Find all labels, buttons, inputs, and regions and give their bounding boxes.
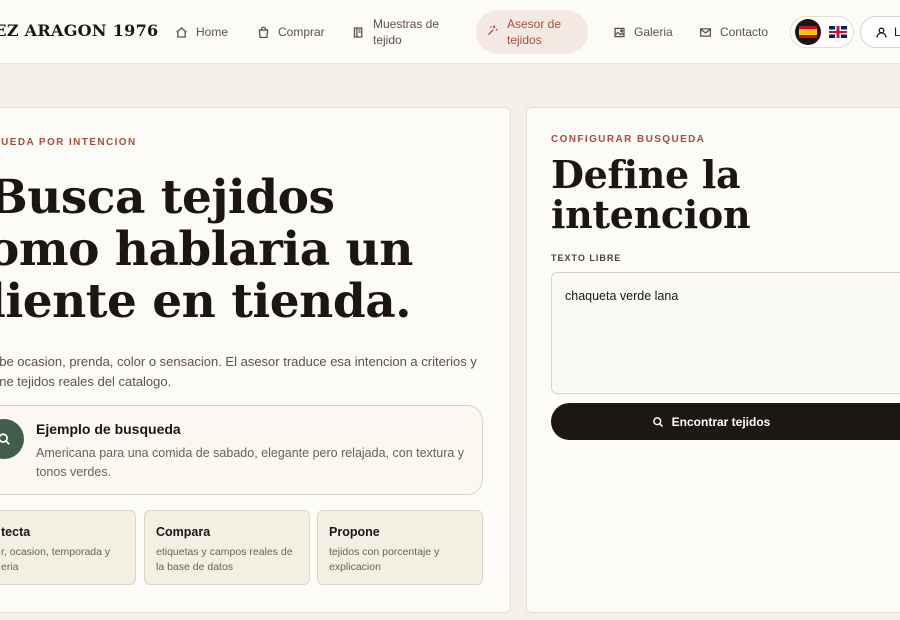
hero-title: Busca tejidos omo hablaria un liente en … [0, 172, 488, 328]
free-text-input[interactable] [551, 272, 900, 394]
spain-flag-icon[interactable] [795, 19, 821, 45]
hero-description: ribe ocasion, prenda, color o sensacion.… [0, 354, 477, 389]
define-title: Define la intencion [551, 152, 751, 237]
nav-item-label: Muestras de tejido [373, 17, 440, 47]
user-icon [876, 27, 887, 37]
sparkle-icon [486, 24, 499, 40]
hero-title-line: omo hablaria un [0, 222, 413, 277]
hero-title-line: Busca tejidos [0, 170, 335, 225]
feature-card-detecta: tecta r, ocasion, temporada y eria [0, 510, 136, 585]
nav-item-label: Home [196, 25, 229, 39]
feature-card-compara: Compara etiquetas y campos reales de la … [144, 510, 310, 585]
feature-title: Compara [156, 525, 211, 539]
example-text: Americana para una comida de sabado, ele… [36, 446, 465, 479]
nav-item-label: Asesor de tejidos [507, 17, 562, 47]
mail-icon [698, 25, 712, 39]
feature-title: Propone [329, 525, 380, 539]
nav-item-muestras[interactable]: Muestras de tejido [351, 0, 453, 64]
feature-title: tecta [1, 525, 31, 539]
top-navigation: PEZ ARAGON 1976 Home Comprar Muestras de… [0, 0, 900, 64]
nav-item-asesor[interactable]: Asesor de tejidos [476, 10, 588, 54]
image-icon [612, 25, 626, 39]
free-text-label: TEXTO LIBRE [551, 253, 622, 263]
nav-item-label: Galeria [634, 25, 673, 39]
login-label: Lo [894, 25, 900, 39]
example-title: Ejemplo de busqueda [36, 421, 181, 437]
feature-text: r, ocasion, temporada y eria [1, 546, 111, 573]
nav-item-galeria[interactable]: Galeria [612, 0, 673, 64]
language-switcher [790, 16, 854, 48]
brand-logo[interactable]: PEZ ARAGON 1976 [0, 21, 158, 40]
bag-icon [256, 25, 270, 39]
find-fabrics-button[interactable]: Encontrar tejidos [551, 403, 900, 440]
login-button[interactable]: Lo [860, 16, 900, 48]
book-icon [351, 25, 365, 39]
left-eyebrow: QUEDA POR INTENCION [0, 137, 137, 148]
nav-item-comprar[interactable]: Comprar [256, 0, 325, 64]
search-icon [652, 416, 663, 427]
nav-item-label: Contacto [720, 25, 769, 39]
nav-item-home[interactable]: Home [174, 0, 228, 64]
nav-item-contacto[interactable]: Contacto [698, 0, 768, 64]
feature-card-propone: Propone tejidos con porcentaje y explica… [317, 510, 483, 585]
hero-title-line: liente en tienda. [0, 274, 412, 329]
feature-text: tejidos con porcentaje y explicacion [329, 546, 440, 573]
right-eyebrow: CONFIGURAR BUSQUEDA [551, 134, 706, 145]
find-fabrics-label: Encontrar tejidos [671, 414, 771, 429]
feature-text: etiquetas y campos reales de la base de … [156, 546, 293, 573]
uk-flag-icon[interactable] [829, 26, 847, 38]
home-icon [174, 25, 188, 39]
nav-item-label: Comprar [278, 25, 325, 39]
